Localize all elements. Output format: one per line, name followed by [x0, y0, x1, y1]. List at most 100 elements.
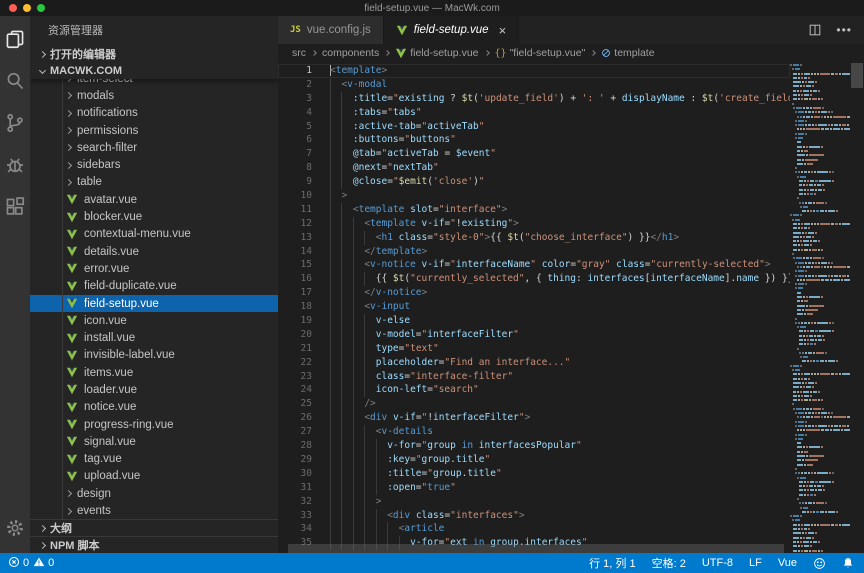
tree-item-label: invisible-label.vue: [84, 349, 175, 361]
vue-file-icon: [66, 298, 78, 309]
tree-item-label: events: [77, 505, 111, 517]
feedback-smiley-icon[interactable]: [813, 557, 826, 570]
vue-file-icon: [66, 194, 78, 205]
open-editors-label: 打开的编辑器: [50, 46, 116, 62]
tree-item-install-vue[interactable]: install.vue: [30, 329, 278, 346]
js-file-icon: JS: [290, 25, 301, 35]
scrollbar-slider[interactable]: [851, 63, 863, 88]
tree-item-field-setup-vue[interactable]: field-setup.vue: [30, 295, 278, 312]
extensions-icon[interactable]: [0, 186, 30, 228]
tree-item-avatar-vue[interactable]: avatar.vue: [30, 191, 278, 208]
status-item-1[interactable]: 行 1, 列 1: [589, 555, 635, 571]
close-tab-icon[interactable]: ×: [499, 23, 507, 38]
tree-item-notifications[interactable]: notifications: [30, 105, 278, 122]
breadcrumb-label: "field-setup.vue": [510, 47, 586, 59]
status-item-3[interactable]: UTF-8: [702, 557, 733, 569]
debug-icon[interactable]: [0, 144, 30, 186]
tree-item-invisible-label-vue[interactable]: invisible-label.vue: [30, 347, 278, 364]
outline-section[interactable]: 大纲: [30, 519, 278, 536]
code-line-2: 2<v-modal: [278, 78, 790, 92]
code-line-11: 11<template slot="interface">: [278, 203, 790, 217]
maximize-window-icon[interactable]: [37, 4, 45, 12]
tree-item-notice-vue[interactable]: notice.vue: [30, 399, 278, 416]
status-warnings[interactable]: 0: [33, 556, 54, 571]
tab-vue-config-js[interactable]: JS vue.config.js: [278, 16, 384, 44]
more-actions-icon[interactable]: •••: [836, 23, 852, 37]
workspace-root-section[interactable]: MACWK.COM: [30, 62, 278, 79]
tree-item-contextual-menu-vue[interactable]: contextual-menu.vue: [30, 226, 278, 243]
tree-item-search-filter[interactable]: search-filter: [30, 139, 278, 156]
code-line-34: 34<article: [278, 522, 790, 536]
code-line-23: 23class="interface-filter": [278, 370, 790, 384]
tree-item-label: notifications: [77, 107, 138, 119]
code-editor[interactable]: 1<template>2<v-modal3:title="existing ? …: [278, 62, 864, 553]
code-line-12: 12<template v-if="!existing">: [278, 217, 790, 231]
search-icon[interactable]: [0, 60, 30, 102]
vue-file-icon: [66, 454, 78, 465]
tree-item-tag-vue[interactable]: tag.vue: [30, 451, 278, 468]
line-number: 31: [278, 481, 312, 495]
breadcrumb-label: field-setup.vue: [410, 47, 478, 59]
tree-item-label: sidebars: [77, 159, 120, 171]
tree-item-label: upload.vue: [84, 470, 140, 482]
breadcrumb-item-4[interactable]: {}"field-setup.vue": [495, 47, 586, 59]
chevron-right-icon: [65, 79, 72, 82]
tree-item-design[interactable]: design: [30, 485, 278, 502]
breadcrumb-label: components: [322, 47, 379, 59]
split-editor-icon[interactable]: [808, 23, 822, 37]
breadcrumb-item-3[interactable]: field-setup.vue: [395, 47, 478, 59]
vue-file-icon: [66, 263, 78, 274]
code-line-10: 10>: [278, 189, 790, 203]
vue-file-icon: [66, 419, 78, 430]
vue-file-icon: [66, 471, 78, 482]
vue-file-icon: [66, 281, 78, 292]
npm-scripts-label: NPM 脚本: [50, 537, 100, 553]
chevron-right-icon: [39, 50, 46, 57]
code-line-21: 21type="text": [278, 342, 790, 356]
line-number: 30: [278, 467, 312, 481]
breadcrumb-item-5[interactable]: template: [601, 47, 654, 59]
tree-item-permissions[interactable]: permissions: [30, 122, 278, 139]
tree-item-events[interactable]: events: [30, 502, 278, 519]
status-errors[interactable]: 0: [8, 556, 29, 571]
tree-item-modals[interactable]: modals: [30, 87, 278, 104]
tree-item-item-select[interactable]: item-select: [30, 79, 278, 87]
tree-item-items-vue[interactable]: items.vue: [30, 364, 278, 381]
line-number: 4: [278, 106, 312, 120]
tree-item-progress-ring-vue[interactable]: progress-ring.vue: [30, 416, 278, 433]
source-control-icon[interactable]: [0, 102, 30, 144]
tree-item-icon-vue[interactable]: icon.vue: [30, 312, 278, 329]
npm-scripts-section[interactable]: NPM 脚本: [30, 536, 278, 553]
status-item-5[interactable]: Vue: [778, 557, 797, 569]
status-item-2[interactable]: 空格: 2: [652, 555, 686, 571]
tree-item-blocker-vue[interactable]: blocker.vue: [30, 208, 278, 225]
code-line-19: 19v-else: [278, 314, 790, 328]
tab-field-setup-vue[interactable]: field-setup.vue×: [384, 16, 519, 44]
tree-item-loader-vue[interactable]: loader.vue: [30, 381, 278, 398]
tree-item-upload-vue[interactable]: upload.vue: [30, 468, 278, 485]
settings-gear-icon[interactable]: [0, 507, 30, 549]
tree-item-field-duplicate-vue[interactable]: field-duplicate.vue: [30, 278, 278, 295]
tab-label: vue.config.js: [307, 24, 371, 36]
horizontal-scrollbar[interactable]: [288, 544, 784, 553]
tree-item-error-vue[interactable]: error.vue: [30, 260, 278, 277]
breadcrumb-item-1[interactable]: src: [292, 47, 306, 59]
bell-icon[interactable]: [842, 557, 854, 569]
tree-item-details-vue[interactable]: details.vue: [30, 243, 278, 260]
line-number: 7: [278, 147, 312, 161]
close-window-icon[interactable]: [9, 4, 17, 12]
tree-item-sidebars[interactable]: sidebars: [30, 156, 278, 173]
breadcrumb-item-2[interactable]: components: [322, 47, 379, 59]
line-number: 34: [278, 522, 312, 536]
tree-item-table[interactable]: table: [30, 174, 278, 191]
tree-item-label: search-filter: [77, 142, 137, 154]
explorer-files-icon[interactable]: [0, 18, 30, 60]
vertical-scrollbar[interactable]: [850, 62, 864, 553]
status-item-4[interactable]: LF: [749, 557, 762, 569]
open-editors-section[interactable]: 打开的编辑器: [30, 46, 278, 62]
chevron-right-icon: [65, 110, 72, 117]
tree-item-signal-vue[interactable]: signal.vue: [30, 433, 278, 450]
minimize-window-icon[interactable]: [23, 4, 31, 12]
minimap[interactable]: [790, 62, 850, 553]
status-label: 空格: 2: [652, 555, 686, 571]
